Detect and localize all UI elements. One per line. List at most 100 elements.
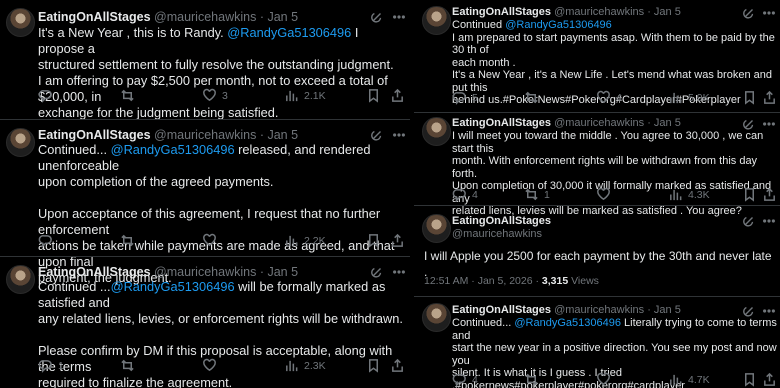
mention-link[interactable]: @RandyGa51306496 bbox=[514, 317, 621, 329]
post-timestamp[interactable]: 12:51 AM · Jan 5, 2026 · 3,315 Views bbox=[424, 275, 599, 287]
views-button[interactable]: 2.1K bbox=[284, 88, 326, 103]
post[interactable]: EatingOnAllStages @mauricehawkins · Jan … bbox=[414, 297, 780, 388]
like-button[interactable] bbox=[202, 358, 222, 373]
post-focused[interactable]: EatingOnAllStages @mauricehawkins I will… bbox=[414, 206, 780, 296]
share-button[interactable] bbox=[390, 358, 405, 373]
mention-link[interactable]: @RandyGa51306496 bbox=[111, 279, 235, 294]
author-handle[interactable]: @mauricehawkins bbox=[554, 6, 644, 18]
post-header: EatingOnAllStages @mauricehawkins · Jan … bbox=[452, 304, 681, 316]
bookmark-icon bbox=[745, 373, 754, 387]
post-actions: 1 2.3K bbox=[38, 358, 408, 374]
bookmark-button[interactable] bbox=[742, 187, 757, 202]
author-name[interactable]: EatingOnAllStages bbox=[38, 10, 151, 24]
share-button[interactable] bbox=[762, 90, 777, 105]
share-button[interactable] bbox=[390, 233, 405, 248]
author-handle[interactable]: @mauricehawkins bbox=[154, 265, 256, 279]
post[interactable]: EatingOnAllStages @mauricehawkins · Jan … bbox=[414, 0, 780, 112]
like-icon bbox=[597, 187, 610, 201]
author-handle[interactable]: @mauricehawkins bbox=[154, 10, 256, 24]
share-icon bbox=[392, 358, 403, 372]
reply-button[interactable]: 4 bbox=[452, 187, 478, 202]
views-button[interactable]: 4.7K bbox=[668, 372, 710, 387]
author-name[interactable]: EatingOnAllStages bbox=[452, 304, 551, 316]
author-handle[interactable]: @mauricehawkins bbox=[554, 304, 644, 316]
retweet-icon bbox=[121, 234, 134, 247]
post-header: EatingOnAllStages @mauricehawkins · Jan … bbox=[38, 10, 298, 24]
author-name[interactable]: EatingOnAllStages bbox=[38, 128, 151, 142]
like-button[interactable] bbox=[202, 233, 222, 248]
author-handle[interactable]: @mauricehawkins bbox=[452, 228, 542, 240]
post-date[interactable]: · Jan 5 bbox=[260, 10, 298, 24]
bookmark-icon bbox=[745, 188, 754, 202]
post-date[interactable]: · Jan 5 bbox=[647, 6, 681, 18]
views-button[interactable]: 2.3K bbox=[284, 358, 326, 373]
retweet-icon bbox=[121, 89, 134, 102]
post-header: EatingOnAllStages @mauricehawkins · Jan … bbox=[452, 117, 681, 129]
bookmark-button[interactable] bbox=[742, 372, 757, 387]
bookmark-button[interactable] bbox=[366, 233, 381, 248]
views-button[interactable]: 4.3K bbox=[668, 187, 710, 202]
retweet-button[interactable] bbox=[524, 372, 544, 387]
like-icon bbox=[203, 358, 216, 372]
bookmark-button[interactable] bbox=[366, 358, 381, 373]
post-date[interactable]: · Jan 5 bbox=[647, 304, 681, 316]
retweet-button[interactable] bbox=[120, 88, 140, 103]
author-name[interactable]: EatingOnAllStages bbox=[452, 6, 551, 18]
like-button[interactable]: 3 bbox=[202, 88, 228, 103]
reply-button[interactable] bbox=[38, 233, 58, 248]
mention-link[interactable]: @RandyGa51306496 bbox=[505, 19, 612, 31]
share-icon bbox=[392, 88, 403, 102]
avatar[interactable] bbox=[6, 265, 35, 294]
author-handle[interactable]: @mauricehawkins bbox=[554, 117, 644, 129]
views-icon bbox=[286, 360, 298, 372]
like-icon bbox=[597, 90, 610, 104]
post-date[interactable]: · Jan 5 bbox=[260, 265, 298, 279]
post-date[interactable]: · Jan 5 bbox=[647, 117, 681, 129]
share-button[interactable] bbox=[762, 187, 777, 202]
bookmark-button[interactable] bbox=[366, 88, 381, 103]
retweet-icon bbox=[525, 188, 538, 201]
share-icon bbox=[764, 187, 775, 201]
avatar[interactable] bbox=[422, 303, 451, 332]
retweet-button[interactable] bbox=[524, 90, 544, 105]
more-icon[interactable] bbox=[762, 214, 776, 233]
views-button[interactable]: 2.2K bbox=[284, 233, 326, 248]
author-handle[interactable]: @mauricehawkins bbox=[154, 128, 256, 142]
bookmark-icon bbox=[745, 91, 754, 105]
left-panel: EatingOnAllStages @mauricehawkins · Jan … bbox=[0, 0, 410, 388]
grok-icon[interactable] bbox=[742, 214, 756, 233]
post-date[interactable]: · Jan 5 bbox=[260, 128, 298, 142]
post[interactable]: EatingOnAllStages @mauricehawkins · Jan … bbox=[0, 257, 410, 388]
mention-link[interactable]: @RandyGa51306496 bbox=[227, 25, 351, 40]
reply-button[interactable]: 5 bbox=[452, 90, 478, 105]
view-count: 3,315 bbox=[541, 275, 569, 287]
post[interactable]: EatingOnAllStages @mauricehawkins · Jan … bbox=[414, 113, 780, 217]
post[interactable]: EatingOnAllStages @mauricehawkins · Jan … bbox=[0, 0, 410, 120]
reply-button[interactable]: 4 bbox=[452, 372, 478, 387]
reply-button[interactable] bbox=[38, 88, 58, 103]
retweet-button[interactable] bbox=[120, 233, 140, 248]
avatar[interactable] bbox=[422, 117, 451, 146]
retweet-button[interactable] bbox=[120, 358, 140, 373]
avatar[interactable] bbox=[422, 214, 451, 243]
author-name[interactable]: EatingOnAllStages bbox=[38, 265, 151, 279]
reply-button[interactable]: 1 bbox=[38, 358, 64, 373]
share-button[interactable] bbox=[390, 88, 405, 103]
author-name[interactable]: EatingOnAllStages bbox=[452, 117, 551, 129]
author-name[interactable]: EatingOnAllStages bbox=[452, 215, 551, 227]
right-panel: EatingOnAllStages @mauricehawkins · Jan … bbox=[414, 0, 780, 388]
views-icon bbox=[670, 374, 682, 386]
retweet-button[interactable]: 1 bbox=[524, 187, 550, 202]
bookmark-button[interactable] bbox=[742, 90, 757, 105]
avatar[interactable] bbox=[422, 6, 451, 35]
like-button[interactable]: 4 bbox=[596, 90, 622, 105]
avatar[interactable] bbox=[6, 8, 35, 37]
like-button[interactable] bbox=[596, 187, 616, 202]
post[interactable]: EatingOnAllStages @mauricehawkins · Jan … bbox=[0, 120, 410, 285]
mention-link[interactable]: @RandyGa51306496 bbox=[111, 142, 235, 157]
avatar[interactable] bbox=[6, 128, 35, 157]
like-button[interactable] bbox=[596, 372, 616, 387]
views-icon bbox=[670, 189, 682, 201]
views-button[interactable]: 5.9K bbox=[668, 90, 710, 105]
share-button[interactable] bbox=[762, 372, 777, 387]
